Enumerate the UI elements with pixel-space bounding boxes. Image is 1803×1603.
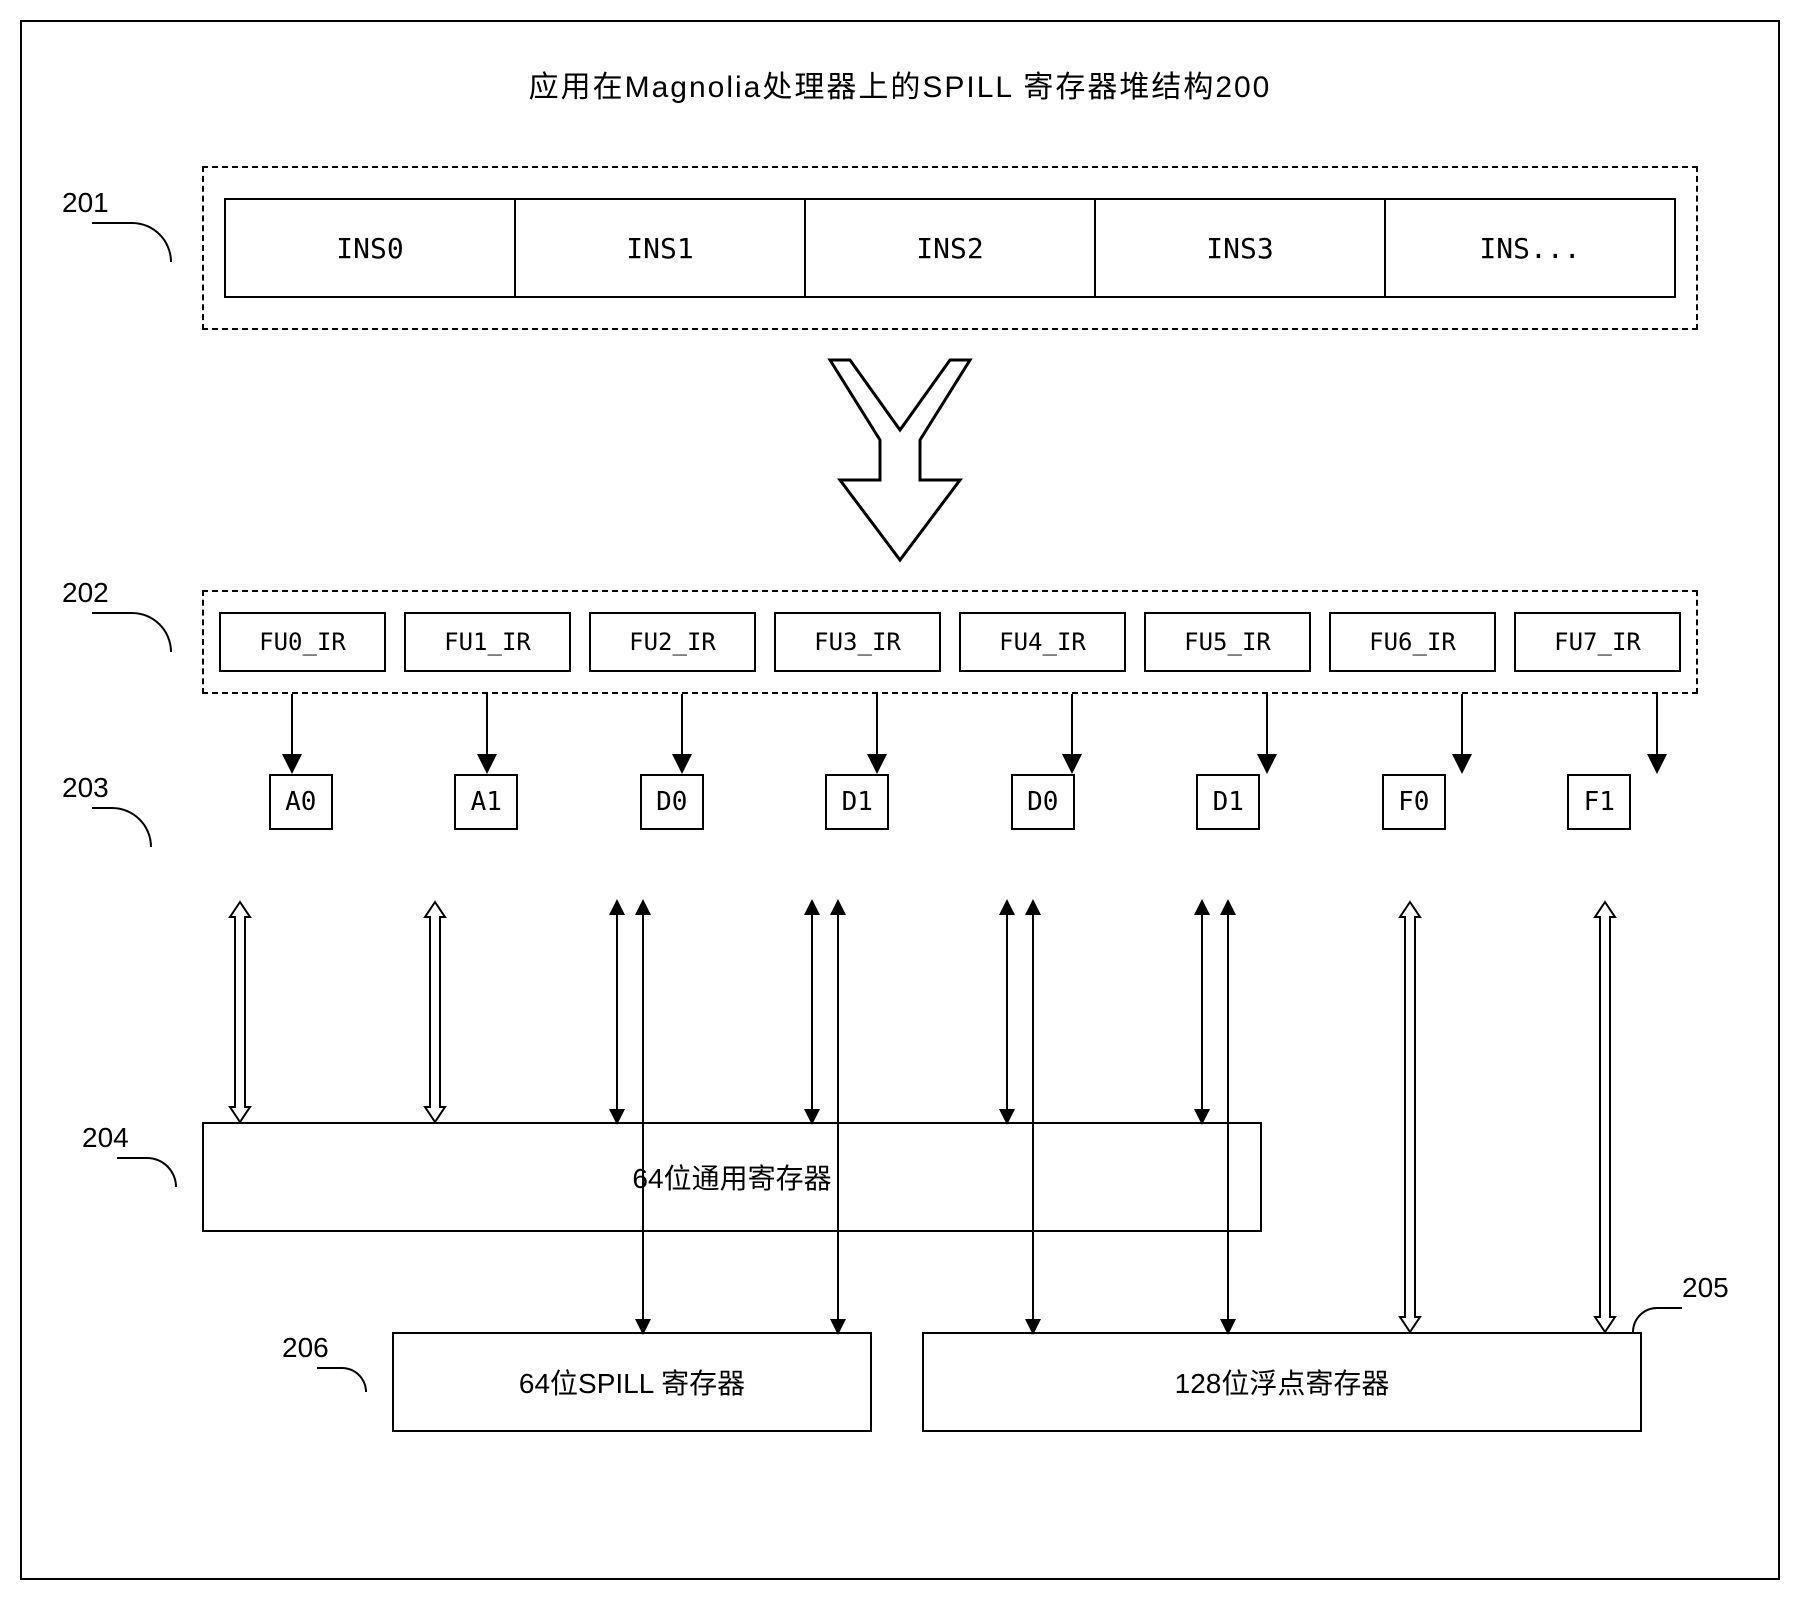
spill64-box: 64位SPILL 寄存器 [392, 1332, 872, 1432]
ref-205: 205 [1682, 1272, 1729, 1304]
ins-row: INS0 INS1 INS2 INS3 INS... [202, 166, 1698, 330]
ir-cell: FU2_IR [589, 612, 756, 672]
diagram-title: 应用在Magnolia处理器上的SPILL 寄存器堆结构200 [62, 62, 1738, 106]
fu-cell: A1 [454, 774, 518, 830]
ir-row: FU0_IR FU1_IR FU2_IR FU3_IR FU4_IR FU5_I… [202, 590, 1698, 694]
reg64-box: 64位通用寄存器 [202, 1122, 1262, 1232]
ref-202: 202 [62, 577, 109, 609]
fu-cell: F1 [1567, 774, 1631, 830]
ir-cell: FU6_IR [1329, 612, 1496, 672]
ir-cell: FU3_IR [774, 612, 941, 672]
ins-cell: INS... [1386, 198, 1676, 298]
dispatch-arrow-icon [810, 350, 990, 570]
leader-202 [92, 612, 172, 652]
fu-cell: F0 [1382, 774, 1446, 830]
fu-cell: D1 [825, 774, 889, 830]
ins-cell: INS1 [516, 198, 806, 298]
ir-cell: FU7_IR [1514, 612, 1681, 672]
ir-cell: FU4_IR [959, 612, 1126, 672]
ir-cell: FU1_IR [404, 612, 571, 672]
ir-to-fu-arrows [217, 694, 1757, 774]
fu-cell: D0 [1011, 774, 1075, 830]
fu-cell: A0 [269, 774, 333, 830]
ref-201: 201 [62, 187, 109, 219]
ins-cell: INS3 [1096, 198, 1386, 298]
ins-cell: INS0 [224, 198, 516, 298]
ir-cell: FU0_IR [219, 612, 386, 672]
ins-cell: INS2 [806, 198, 1096, 298]
ref-206: 206 [282, 1332, 329, 1364]
fp128-box: 128位浮点寄存器 [922, 1332, 1642, 1432]
diagram-frame: 应用在Magnolia处理器上的SPILL 寄存器堆结构200 201 INS0… [20, 20, 1780, 1580]
fu-cell: D0 [640, 774, 704, 830]
ref-204: 204 [82, 1122, 129, 1154]
leader-201 [92, 222, 172, 262]
fu-row: A0 A1 D0 D1 D0 D1 F0 F1 [202, 774, 1698, 830]
ir-cell: FU5_IR [1144, 612, 1311, 672]
fu-cell: D1 [1196, 774, 1260, 830]
